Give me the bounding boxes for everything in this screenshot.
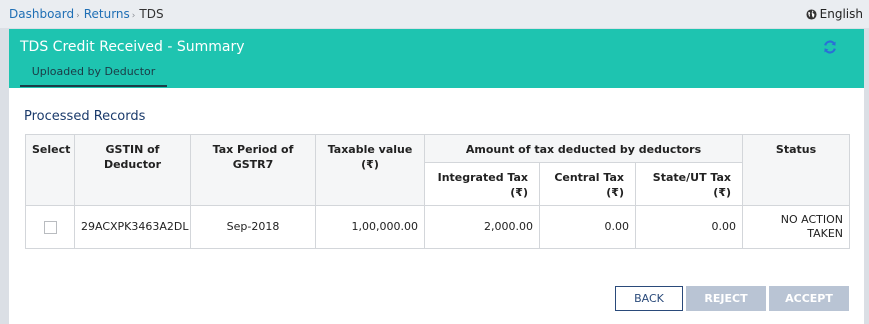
status-cell: NO ACTION TAKEN	[742, 205, 851, 249]
row-select-checkbox[interactable]	[43, 220, 57, 234]
header-select: Select	[25, 134, 75, 206]
table-row: 29ACXPK3463A2DL Sep-2018 1,00,000.00 2,0…	[25, 205, 851, 249]
header-taxable-value: Taxable value (₹)	[315, 134, 425, 206]
refresh-icon[interactable]	[822, 39, 838, 55]
header-amount-group: Amount of tax deducted by deductors	[423, 134, 744, 163]
tab-uploaded-by-deductor[interactable]: Uploaded by Deductor	[20, 63, 167, 87]
breadcrumb-separator: ›	[76, 11, 80, 21]
header-gstin: GSTIN of Deductor	[74, 134, 191, 206]
header-status: Status	[742, 134, 851, 206]
page-title: TDS Credit Received - Summary	[20, 39, 245, 55]
tax-period-cell: Sep-2018	[190, 205, 316, 249]
page-header: TDS Credit Received - Summary Uploaded b…	[9, 29, 864, 88]
language-label: English	[819, 7, 863, 21]
breadcrumb-separator: ›	[131, 11, 136, 21]
breadcrumb: Dashboard › Returns › TDS	[9, 6, 164, 24]
header-integrated-tax: Integrated Tax (₹)	[424, 162, 540, 206]
main-panel: Processed Records Select GSTIN of Deduct…	[9, 88, 864, 324]
globe-icon	[806, 9, 817, 20]
integrated-tax-cell: 2,000.00	[424, 205, 540, 249]
header-central-tax: Central Tax (₹)	[539, 162, 636, 206]
accept-button[interactable]: ACCEPT	[769, 286, 849, 311]
section-title: Processed Records	[24, 109, 146, 124]
select-cell	[25, 205, 75, 249]
header-state-ut-tax: State/UT Tax (₹)	[634, 162, 744, 206]
back-button[interactable]: BACK	[615, 286, 683, 311]
breadcrumb-dashboard[interactable]: Dashboard	[9, 7, 74, 21]
top-bar: Dashboard › Returns › TDS English	[0, 0, 869, 28]
taxable-value-cell: 1,00,000.00	[315, 205, 425, 249]
breadcrumb-returns[interactable]: Returns	[84, 7, 130, 21]
breadcrumb-current: TDS	[139, 7, 164, 21]
central-tax-cell: 0.00	[539, 205, 636, 249]
language-selector[interactable]: English	[806, 6, 863, 22]
processed-records-table: Select GSTIN of Deductor Tax Period of G…	[25, 134, 851, 249]
state-ut-tax-cell: 0.00	[634, 205, 744, 249]
header-tax-period: Tax Period of GSTR7	[190, 134, 316, 206]
reject-button[interactable]: REJECT	[686, 286, 766, 311]
gstin-cell: 29ACXPK3463A2DL	[74, 205, 191, 249]
